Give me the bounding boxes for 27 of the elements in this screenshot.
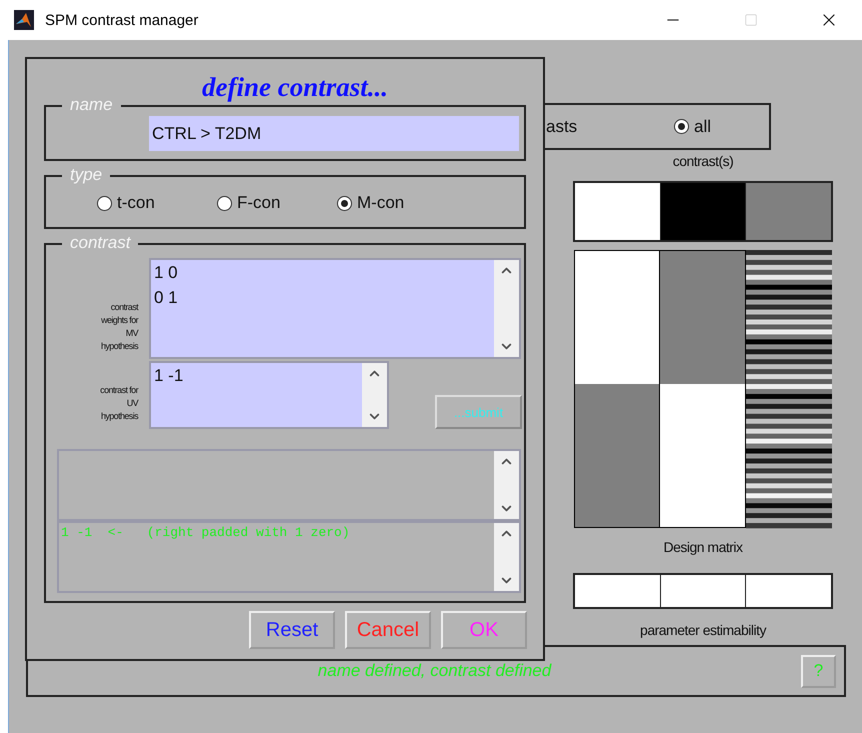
window-title: SPM contrast manager [45, 12, 200, 28]
app-logo-icon [14, 10, 34, 30]
type-radio[interactable]: t-con [97, 193, 217, 213]
scrollbar[interactable] [494, 523, 519, 591]
status-message: name defined, contrast defined [316, 661, 553, 681]
uv-field[interactable]: 1 -1 [149, 361, 389, 429]
scrollbar[interactable] [494, 451, 519, 519]
radio-icon[interactable] [337, 196, 352, 210]
reset-button[interactable]: Reset [249, 611, 335, 649]
message-text: 1 -1 <- (right padded with 1 zero) [60, 524, 351, 542]
type-radio[interactable]: M-con [337, 193, 457, 213]
weights-field[interactable]: 1 0 0 1 [149, 258, 521, 359]
scrollbar[interactable] [494, 260, 519, 357]
radio-icon[interactable] [674, 119, 689, 134]
filter-label: asts [546, 116, 578, 136]
weights-label: contrast weights for MV hypothesis [100, 301, 140, 353]
design-matrix-label: Design matrix [663, 539, 743, 555]
estimability-label: parameter estimability [640, 622, 766, 638]
filter-radio[interactable]: all [674, 116, 711, 136]
radio-icon[interactable] [217, 196, 232, 210]
radio-icon[interactable] [97, 196, 112, 210]
scrollbar[interactable] [362, 363, 387, 427]
type-radio[interactable]: F-con [217, 193, 337, 213]
contrast-label: contrast(s) [672, 153, 734, 169]
dialog-title: define contrast... [202, 71, 388, 104]
uv-label: contrast for UV hypothesis [99, 384, 140, 423]
name-field[interactable]: CTRL > T2DM [149, 116, 519, 151]
